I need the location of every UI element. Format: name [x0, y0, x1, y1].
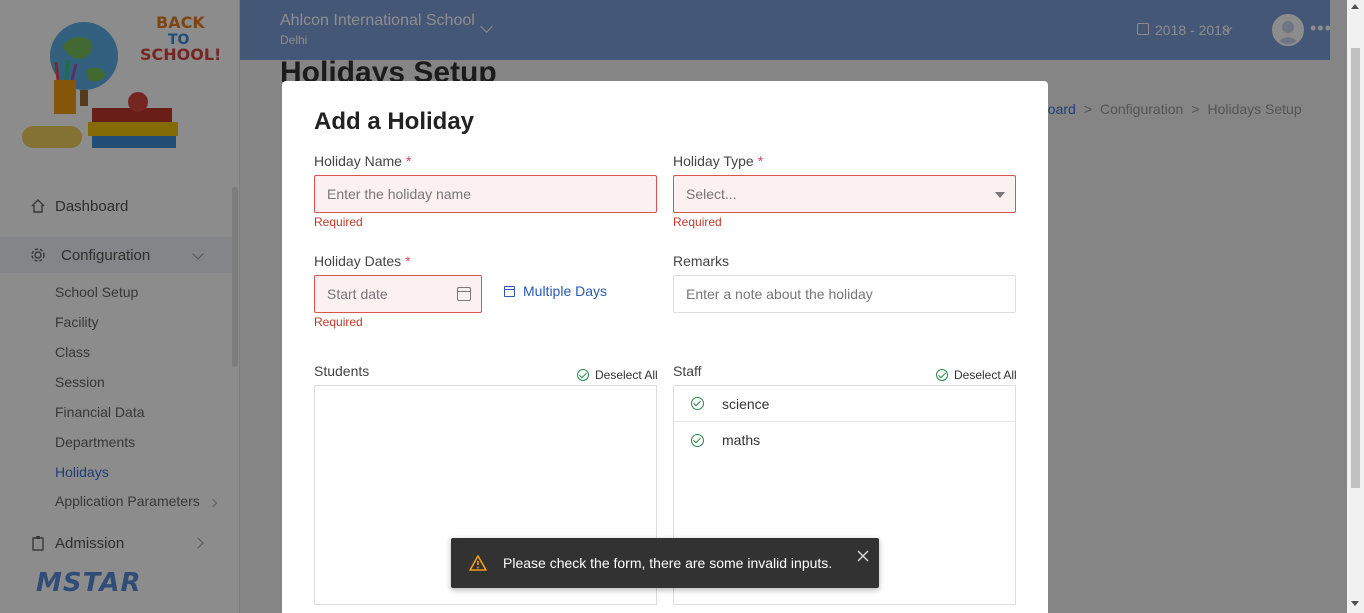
holiday-name-label: Holiday Name * [314, 153, 411, 169]
required-asterisk: * [757, 153, 764, 169]
holiday-type-error: Required [673, 215, 722, 229]
holiday-type-select[interactable]: Select... [673, 175, 1016, 213]
staff-label: Staff [673, 363, 702, 379]
input-placeholder: Enter the holiday name [327, 186, 471, 202]
field-label: Holiday Name [314, 153, 402, 169]
holiday-name-error: Required [314, 215, 363, 229]
calendar-icon[interactable] [457, 287, 471, 301]
close-icon[interactable] [855, 548, 871, 564]
deselect-label: Deselect All [595, 368, 658, 382]
list-item-label: science [722, 395, 770, 412]
students-label: Students [314, 363, 370, 379]
required-asterisk: * [405, 153, 412, 169]
students-deselect-all[interactable]: Deselect All [577, 368, 658, 382]
holiday-dates-error: Required [314, 315, 363, 329]
multiple-days-link[interactable]: Multiple Days [504, 283, 607, 299]
check-circle-icon [577, 369, 589, 381]
link-label: Multiple Days [523, 283, 608, 299]
error-toast: Please check the form, there are some in… [451, 538, 879, 588]
check-circle-icon[interactable] [691, 433, 704, 447]
deselect-label: Deselect All [954, 368, 1017, 382]
warning-icon [469, 555, 487, 571]
holiday-name-input[interactable]: Enter the holiday name [314, 175, 657, 213]
required-asterisk: * [405, 253, 411, 269]
dialog-title: Add a Holiday [314, 108, 475, 135]
list-item[interactable]: science [674, 386, 1015, 422]
start-date-input[interactable]: Start date [314, 275, 482, 313]
scroll-up-arrow-icon[interactable] [1351, 4, 1359, 9]
dropdown-arrow-icon [995, 192, 1005, 198]
remarks-input[interactable]: Enter a note about the holiday [673, 275, 1016, 313]
scrollbar-thumb[interactable] [1351, 48, 1360, 488]
list-item-label: maths [722, 432, 761, 448]
holiday-dates-label: Holiday Dates * [314, 253, 411, 269]
select-placeholder: Select... [686, 186, 737, 202]
calendar-icon [504, 285, 515, 297]
scroll-down-arrow-icon[interactable] [1351, 601, 1359, 606]
add-holiday-dialog: Add a Holiday Holiday Name * Enter the ho… [282, 81, 1048, 613]
staff-deselect-all[interactable]: Deselect All [936, 368, 1017, 382]
toast-message: Please check the form, there are some in… [503, 555, 833, 571]
input-placeholder: Enter a note about the holiday [686, 286, 873, 302]
list-item[interactable]: maths [674, 422, 1015, 458]
field-label: Holiday Type [673, 153, 754, 169]
check-circle-icon [936, 369, 948, 381]
remarks-label: Remarks [673, 253, 730, 269]
field-label: Holiday Dates [314, 253, 402, 269]
input-placeholder: Start date [327, 286, 388, 302]
check-circle-icon[interactable] [691, 397, 704, 410]
page-scrollbar[interactable] [1347, 0, 1364, 613]
holiday-type-label: Holiday Type * [673, 153, 763, 169]
